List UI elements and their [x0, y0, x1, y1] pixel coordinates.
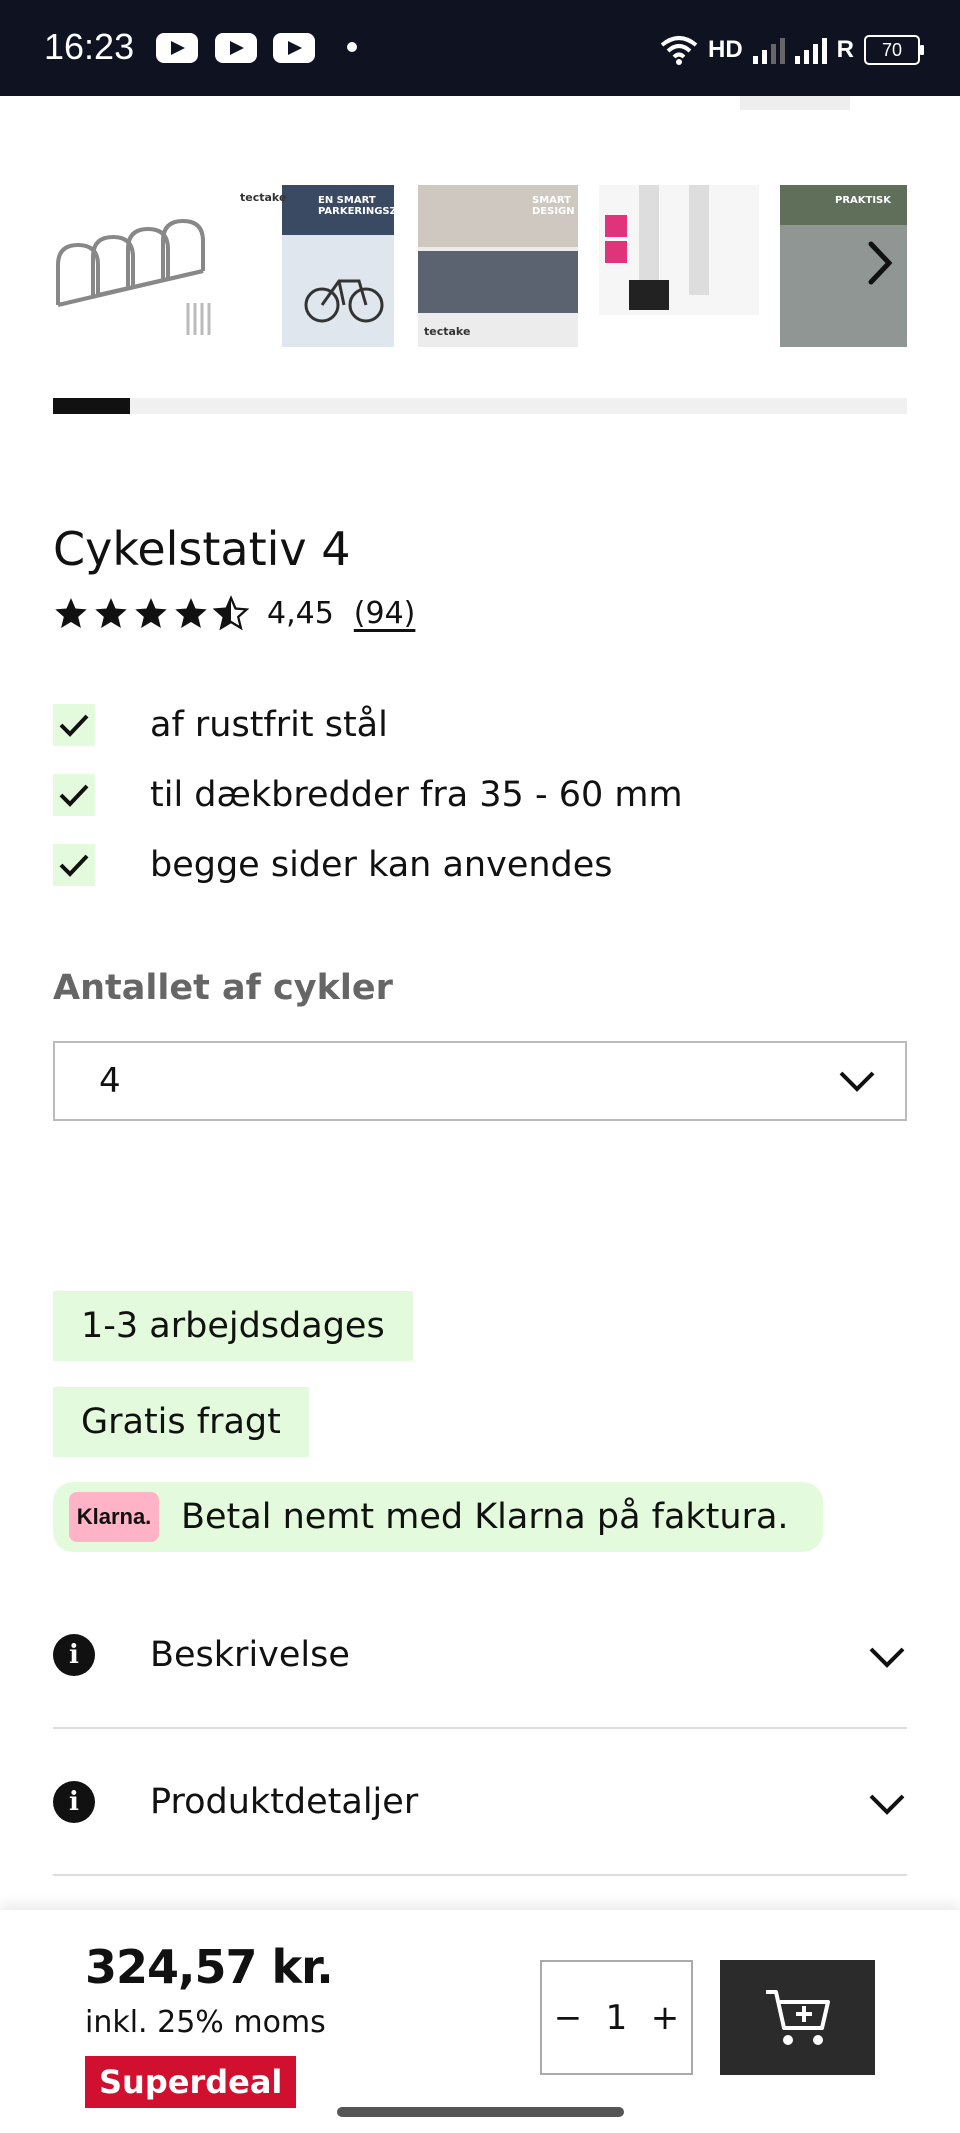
delivery-time-text: 1-3 arbejdsdages [81, 1306, 385, 1346]
feature-item: af rustfrit stål [53, 690, 683, 760]
option-label: Antallet af cykler [53, 968, 393, 1008]
thumbnail-brand: tectake [424, 325, 471, 338]
product-price: 324,57 kr. [85, 1940, 334, 1994]
chevron-down-icon [869, 1647, 905, 1668]
info-icon: i [53, 1781, 95, 1823]
feature-list: af rustfrit stål til dækbredder fra 35 -… [53, 690, 683, 900]
thumbnail-brand: tectake [240, 191, 287, 204]
network-type: HD [707, 36, 743, 63]
chevron-down-icon [839, 1071, 875, 1092]
feature-text: af rustfrit stål [150, 705, 388, 745]
feature-item: til dækbredder fra 35 - 60 mm [53, 760, 683, 830]
thumbnail-1[interactable] [53, 185, 213, 347]
increase-quantity-button[interactable]: + [651, 1998, 680, 2038]
thumbnail-3[interactable]: SMART DESIGN tectake [418, 185, 578, 347]
accordion-product-details[interactable]: i Produktdetaljer [53, 1730, 907, 1876]
signal-icon [794, 36, 827, 64]
klarna-banner: Klarna. Betal nemt med Klarna på faktura… [53, 1482, 823, 1552]
wifi-icon [660, 36, 698, 65]
quantity-stepper: − 1 + [540, 1960, 693, 2075]
bike-count-select[interactable]: 4 [53, 1041, 907, 1121]
youtube-notification-icon [156, 33, 198, 63]
review-count-link[interactable]: (94) [354, 596, 416, 631]
thumbnail-heading: EN SMART PARKERINGSZONE [318, 195, 394, 217]
battery-level: 70 [881, 39, 903, 60]
product-rating[interactable]: 4,45 (94) [53, 592, 415, 634]
star-filled-icon [175, 598, 207, 628]
battery-icon: 70 [864, 35, 924, 65]
star-filled-icon [55, 598, 87, 628]
check-icon [53, 774, 95, 816]
rating-stars [53, 595, 249, 631]
star-filled-icon [135, 598, 167, 628]
status-indicators: HD R 70 [660, 30, 924, 70]
rating-value: 4,45 [267, 595, 334, 631]
thumbnail-gallery[interactable]: tectake EN SMART PARKERINGSZONE SMART DE… [53, 185, 907, 347]
star-filled-icon [95, 598, 127, 628]
klarna-text: Betal nemt med Klarna på faktura. [181, 1497, 789, 1537]
thumbnail-heading: PRAKTISK [835, 195, 892, 206]
status-bar: 16:23 HD R 70 [0, 0, 960, 96]
free-shipping-text: Gratis fragt [81, 1402, 281, 1442]
star-half-icon [213, 595, 249, 631]
decrease-quantity-button[interactable]: − [554, 1998, 583, 2038]
roaming-indicator: R [836, 36, 854, 63]
status-time: 16:23 [44, 26, 135, 67]
bicycle-image [304, 279, 384, 323]
info-icon: i [53, 1634, 95, 1676]
signal-icon [752, 36, 785, 64]
klarna-logo: Klarna. [69, 1492, 159, 1542]
feature-text: begge sider kan anvendes [150, 845, 613, 885]
vat-note: inkl. 25% moms [85, 2005, 326, 2040]
superdeal-badge: Superdeal [85, 2056, 297, 2108]
gallery-scroll-indicator [53, 398, 907, 414]
accordion-label: Beskrivelse [150, 1635, 350, 1675]
cart-add-icon [765, 1989, 830, 2045]
accordion-description[interactable]: i Beskrivelse [53, 1583, 907, 1729]
thumbnail-4[interactable] [599, 185, 759, 347]
gallery-scroll-thumb [53, 398, 130, 414]
quantity-value[interactable]: 1 [606, 1998, 628, 2038]
chevron-down-icon [869, 1794, 905, 1815]
chevron-right-icon [868, 241, 893, 285]
main-image-fragment [740, 96, 850, 110]
delivery-time-badge: 1-3 arbejdsdages [53, 1291, 413, 1361]
free-shipping-badge: Gratis fragt [53, 1387, 309, 1457]
check-icon [53, 844, 95, 886]
gesture-home-bar[interactable] [337, 2107, 624, 2117]
bike-rack-image [56, 218, 211, 335]
accordion-label: Produktdetaljer [150, 1782, 419, 1822]
youtube-notification-icon [273, 33, 315, 63]
add-to-cart-button[interactable] [720, 1960, 875, 2075]
product-title: Cykelstativ 4 [53, 522, 351, 576]
thumbnail-2[interactable]: tectake EN SMART PARKERINGSZONE [234, 185, 394, 347]
feature-text: til dækbredder fra 35 - 60 mm [150, 775, 683, 815]
buy-bar: 324,57 kr. inkl. 25% moms Superdeal − 1 … [0, 1910, 960, 2133]
next-image-button[interactable] [855, 233, 905, 293]
youtube-notification-icon [215, 33, 257, 63]
check-icon [53, 704, 95, 746]
thumbnail-heading: SMART DESIGN [532, 195, 575, 217]
select-value: 4 [99, 1061, 121, 1101]
more-notifications-dot-icon [347, 42, 357, 52]
feature-item: begge sider kan anvendes [53, 830, 683, 900]
